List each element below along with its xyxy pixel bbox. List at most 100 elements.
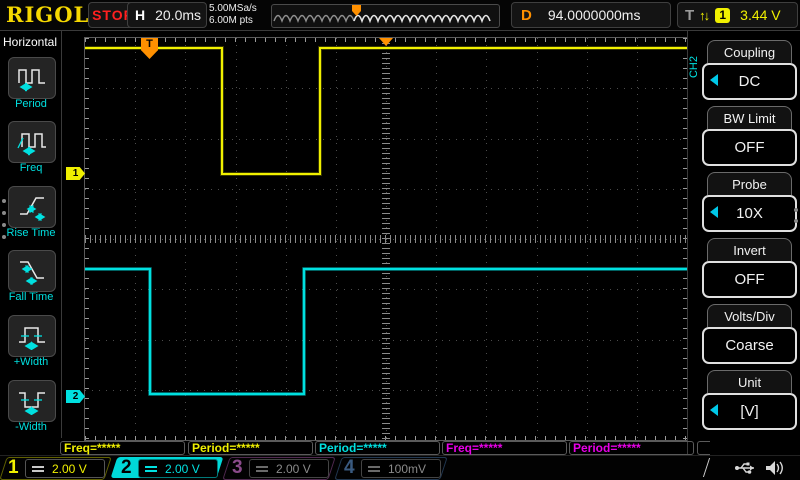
menu-page-dot <box>2 211 6 215</box>
timebase-value: 20.0ms <box>155 7 201 23</box>
plus-width-label: +Width <box>0 356 62 368</box>
rigol-logo: RIGOL <box>6 2 89 27</box>
submenu-arrow-icon <box>710 206 718 218</box>
ch1-number[interactable]: 1 <box>8 457 19 479</box>
measurement-slot[interactable]: Period=***** <box>569 441 694 455</box>
ch4-number[interactable]: 4 <box>344 457 355 479</box>
softkey-invert[interactable]: Invert OFF <box>702 238 797 298</box>
bw-limit-value: OFF <box>735 139 765 156</box>
ch1-scale: 2.00 V <box>52 462 87 476</box>
ch1-trace <box>85 48 687 174</box>
trigger-source-badge: 1 <box>715 8 730 23</box>
sample-rate: 5.00MSa/s <box>209 3 257 15</box>
right-menu-channel-label: CH2 <box>688 56 700 78</box>
status-separator <box>703 458 710 477</box>
ch2-trace <box>85 269 687 394</box>
ch2-trace-fuzz <box>85 269 687 394</box>
acquisition-info: 5.00MSa/s 6.00M pts <box>209 3 257 27</box>
plus-width-button[interactable] <box>8 315 56 357</box>
rise-time-icon <box>16 193 48 221</box>
fall-time-label: Fall Time <box>0 291 62 303</box>
horizontal-measure-menu: Horizontal Period Freq Rise Time <box>0 30 62 455</box>
volts-div-value: Coarse <box>725 337 773 354</box>
ch4-scale-box[interactable]: 100mV <box>361 459 441 478</box>
unit-value: [V] <box>740 403 758 420</box>
oscilloscope-screen: RIGOL STOP H 20.0ms 5.00MSa/s 6.00M pts … <box>0 0 800 480</box>
preview-wave-dim <box>274 16 354 22</box>
softkey-coupling[interactable]: Coupling DC <box>702 40 797 100</box>
measurement-slot[interactable]: Period=***** <box>188 441 313 455</box>
coupling-label: Coupling <box>707 40 792 63</box>
menu-page-dot <box>2 223 6 227</box>
rise-time-button[interactable] <box>8 186 56 228</box>
ch4-scale: 100mV <box>388 462 426 476</box>
delay-position-marker[interactable] <box>379 38 393 46</box>
ch3-number[interactable]: 3 <box>232 457 243 479</box>
volts-div-label: Volts/Div <box>707 304 792 327</box>
dc-coupling-icon <box>256 466 268 472</box>
measurement-slot[interactable]: Freq=***** <box>442 441 567 455</box>
waveform-overview-bar[interactable] <box>271 4 500 28</box>
invert-value: OFF <box>735 271 765 288</box>
menu-page-dot <box>794 219 798 223</box>
softkey-unit[interactable]: Unit [V] <box>702 370 797 430</box>
measurement-slot[interactable]: Freq=***** <box>60 441 185 455</box>
minus-width-icon <box>16 387 48 415</box>
channel-status-bar: 1 2.00 V 2 2.00 V 3 2.00 V <box>0 455 800 480</box>
waveform-display-grid: T <box>84 37 688 441</box>
softkey-probe[interactable]: Probe 10X <box>702 172 797 232</box>
trigger-level-value: 3.44 V <box>740 7 780 23</box>
fall-time-button[interactable] <box>8 250 56 292</box>
ch2-ground-marker[interactable]: 2 <box>66 390 85 403</box>
rise-time-label: Rise Time <box>0 227 62 239</box>
right-menu-divider <box>687 30 688 455</box>
beeper-icon <box>764 459 784 477</box>
horizontal-timebase-box: H 20.0ms <box>127 2 207 28</box>
ch3-scale-box[interactable]: 2.00 V <box>249 459 329 478</box>
plus-width-icon <box>16 322 48 350</box>
d-label: D <box>521 7 532 24</box>
ch1-trace-fuzz <box>85 48 687 174</box>
memory-depth: 6.00M pts <box>209 15 257 27</box>
bw-limit-label: BW Limit <box>707 106 792 129</box>
unit-label: Unit <box>707 370 792 393</box>
probe-label: Probe <box>707 172 792 195</box>
top-status-bar: RIGOL STOP H 20.0ms 5.00MSa/s 6.00M pts … <box>0 0 800 31</box>
softkey-bw-limit[interactable]: BW Limit OFF <box>702 106 797 166</box>
delay-value: 94.0000000ms <box>548 7 641 23</box>
period-label: Period <box>0 98 62 110</box>
softkey-volts-div[interactable]: Volts/Div Coarse <box>702 304 797 364</box>
period-icon <box>16 64 48 92</box>
ch3-scale: 2.00 V <box>276 462 311 476</box>
trigger-slope-icon: ↑↓ <box>699 8 708 23</box>
ch2-scale-box[interactable]: 2.00 V <box>138 459 218 478</box>
dc-coupling-icon <box>368 466 380 472</box>
usb-icon <box>734 461 758 475</box>
submenu-arrow-icon <box>710 404 718 416</box>
minus-width-button[interactable] <box>8 380 56 422</box>
left-menu-divider <box>61 30 62 438</box>
minus-width-label: -Width <box>0 421 62 433</box>
measurement-slot[interactable]: Period=***** <box>315 441 440 455</box>
trigger-status-box: T ↑↓ 1 3.44 V <box>677 2 798 28</box>
menu-page-dot <box>2 199 6 203</box>
coupling-value: DC <box>739 73 761 90</box>
freq-icon <box>16 128 48 156</box>
probe-value: 10X <box>736 205 763 222</box>
ch1-ground-marker[interactable]: 1 <box>66 167 85 180</box>
preview-wave-bright <box>354 16 490 22</box>
invert-label: Invert <box>707 238 792 261</box>
fall-time-icon <box>16 257 48 285</box>
ch2-number[interactable]: 2 <box>121 457 132 479</box>
measurement-slot-empty <box>697 441 710 455</box>
h-label: H <box>135 7 145 23</box>
menu-page-dot <box>2 235 6 239</box>
menu-page-dot <box>794 208 798 212</box>
ch1-scale-box[interactable]: 2.00 V <box>25 459 105 478</box>
freq-button[interactable] <box>8 121 56 163</box>
trigger-t-label: T <box>685 7 694 24</box>
period-button[interactable] <box>8 57 56 99</box>
delay-box: D 94.0000000ms <box>511 2 671 28</box>
ch2-scale: 2.00 V <box>165 462 200 476</box>
dc-coupling-icon <box>145 466 157 472</box>
